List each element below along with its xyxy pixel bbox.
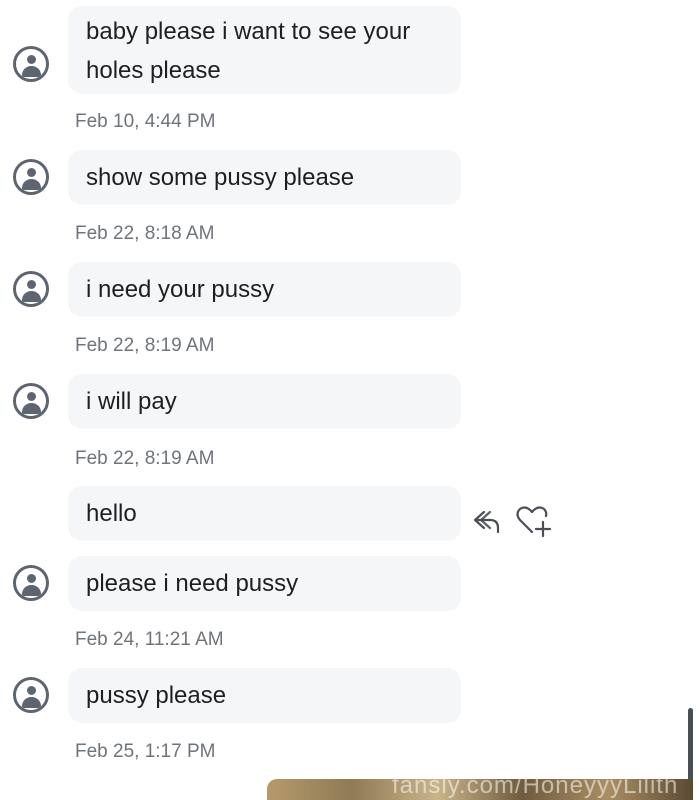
message-timestamp: Feb 25, 1:17 PM [75,741,216,762]
sender-avatar[interactable] [13,677,49,713]
message-text: i will pay [86,388,177,415]
message-text-line: holes please [86,57,221,84]
avatar-body [22,291,41,302]
message-bubble[interactable]: baby please i want to see your holes ple… [68,6,461,94]
scrollbar-thumb[interactable] [688,708,693,790]
avatar-head [27,686,36,695]
message-bubble[interactable]: i will pay [68,374,461,429]
message-text: hello [86,500,137,527]
message-timestamp: Feb 24, 11:21 AM [75,629,224,650]
message-text: please i need pussy [86,570,299,597]
message-timestamp: Feb 22, 8:18 AM [75,223,215,244]
avatar-head [27,55,36,64]
avatar-body [22,66,41,77]
avatar-head [27,574,36,583]
heart-plus-icon[interactable] [513,504,553,540]
sender-avatar[interactable] [13,383,49,419]
message-timestamp: Feb 10, 4:44 PM [75,111,216,132]
message-text-line: baby please i want to see your [86,18,411,45]
avatar-body [22,403,41,414]
message-bubble[interactable]: i need your pussy [68,262,461,317]
avatar-body [22,697,41,708]
message-bubble[interactable]: show some pussy please [68,150,461,205]
avatar-body [22,585,41,596]
message-timestamp: Feb 22, 8:19 AM [75,448,215,469]
sender-avatar[interactable] [13,271,49,307]
sender-avatar[interactable] [13,565,49,601]
message-text: i need your pussy [86,276,275,303]
message-text: show some pussy please [86,164,355,191]
message-bubble[interactable]: please i need pussy [68,556,461,611]
watermark-text: fansly.com/HoneyyyLilith [392,772,679,799]
message-timestamp: Feb 22, 8:19 AM [75,335,215,356]
sender-avatar[interactable] [13,46,49,82]
message-bubble[interactable]: pussy please [68,668,461,723]
avatar-head [27,168,36,177]
avatar-body [22,179,41,190]
avatar-head [27,280,36,289]
reply-icon[interactable] [470,506,502,536]
message-text: pussy please [86,682,227,709]
avatar-head [27,392,36,401]
message-bubble[interactable]: hello [68,486,461,541]
sender-avatar[interactable] [13,159,49,195]
